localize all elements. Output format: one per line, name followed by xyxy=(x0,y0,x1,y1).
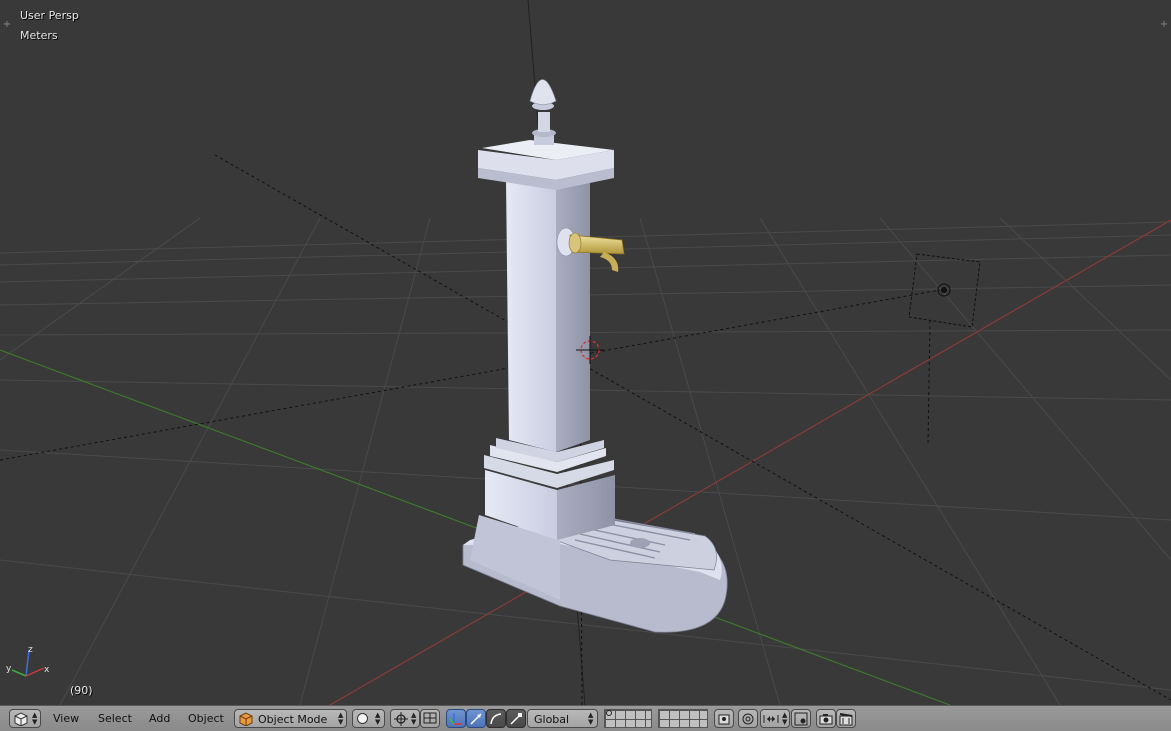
view-name-label: User Persp xyxy=(20,9,79,22)
lock-camera-icon xyxy=(718,714,730,725)
3d-viewport[interactable]: z x y User Persp Meters (90) + + xyxy=(0,0,1171,705)
proportional-edit-button[interactable] xyxy=(738,709,758,728)
snap-element-button[interactable]: ▲ ▼ xyxy=(760,709,790,728)
gizmo-y-label: y xyxy=(6,664,12,674)
snap-arrows-icon: ▲ ▼ xyxy=(782,711,788,726)
shading-arrows-icon: ▲ ▼ xyxy=(375,711,381,726)
right-corner-plus-icon[interactable]: + xyxy=(1159,20,1169,30)
left-corner-plus-icon[interactable]: + xyxy=(2,20,12,30)
editor-type-button[interactable]: ▲ ▼ xyxy=(9,709,41,728)
object-mode-cube-icon xyxy=(239,712,253,726)
snap-target-button[interactable] xyxy=(791,709,811,728)
render-animation-icon xyxy=(839,713,853,726)
y-axis-line xyxy=(0,349,951,705)
units-label: Meters xyxy=(20,29,58,42)
menu-view[interactable]: View xyxy=(53,712,79,725)
render-icon xyxy=(819,714,833,725)
orientation-arrows-icon: ▲ ▼ xyxy=(588,711,594,726)
mode-arrows-icon: ▲ ▼ xyxy=(338,711,344,726)
frame-number-label: (90) xyxy=(70,684,93,697)
translate-manipulator-icon xyxy=(470,713,482,725)
manipulator-icon xyxy=(449,713,462,725)
editor-type-icon xyxy=(14,712,28,726)
render-opengl-button[interactable] xyxy=(816,709,836,728)
editor-type-arrows-icon: ▲ ▼ xyxy=(32,711,38,726)
transform-orientation-select[interactable]: Global ▲ ▼ xyxy=(527,709,598,728)
pivot-point-icon xyxy=(394,712,408,726)
scale-manipulator-icon xyxy=(510,713,522,725)
scale-manipulator-button[interactable] xyxy=(506,709,526,728)
manipulator-toggle[interactable] xyxy=(446,709,466,728)
viewport-shading-button[interactable]: ▲ ▼ xyxy=(352,709,385,728)
lock-camera-button[interactable] xyxy=(714,709,734,728)
rotate-manipulator-icon xyxy=(490,713,502,725)
pivot-only-origins-button[interactable] xyxy=(420,709,440,728)
axis-gizmo: z x y xyxy=(6,645,50,677)
pivot-arrows-icon: ▲ ▼ xyxy=(411,711,417,726)
3d-view-header: ▲ ▼ View Select Add Object Object Mode ▲ ▼… xyxy=(0,705,1171,731)
scene-canvas[interactable]: z x y xyxy=(0,0,1171,705)
gizmo-x-label: x xyxy=(44,665,50,675)
render-animation-button[interactable] xyxy=(836,709,856,728)
origins-icon xyxy=(423,712,437,724)
snap-icon xyxy=(763,715,779,723)
layer-block-2[interactable] xyxy=(658,709,708,728)
mode-selector[interactable]: Object Mode ▲ ▼ xyxy=(234,709,347,728)
gizmo-z-label: z xyxy=(28,645,33,655)
menu-object[interactable]: Object xyxy=(188,712,224,725)
snap-target-icon xyxy=(794,712,808,726)
menu-add[interactable]: Add xyxy=(149,712,170,725)
orientation-label: Global xyxy=(534,713,570,726)
translate-manipulator-button[interactable] xyxy=(466,709,486,728)
mode-label: Object Mode xyxy=(258,713,328,726)
layers-icon[interactable] xyxy=(604,709,654,728)
rotate-manipulator-button[interactable] xyxy=(486,709,506,728)
proportional-edit-icon xyxy=(742,713,754,725)
menu-select[interactable]: Select xyxy=(98,712,132,725)
viewport-shading-icon xyxy=(357,713,368,724)
fountain-model[interactable] xyxy=(462,79,728,633)
pivot-point-button[interactable]: ▲ ▼ xyxy=(390,709,420,728)
active-layer-dot xyxy=(606,710,612,716)
